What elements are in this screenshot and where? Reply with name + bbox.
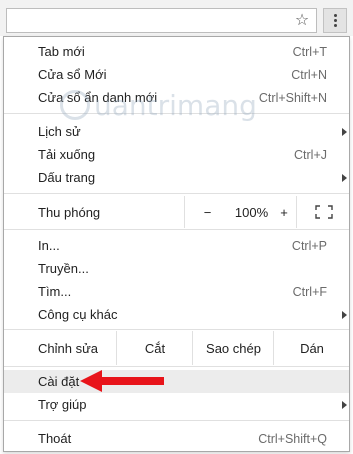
menu-item-more-tools[interactable]: Công cụ khác: [4, 303, 349, 326]
zoom-value: 100%: [234, 204, 269, 220]
menu-item-new-window[interactable]: Cửa sổ Mới Ctrl+N: [4, 63, 349, 86]
copy-button[interactable]: Sao chép: [192, 331, 274, 365]
menu-item-label: Lịch sử: [38, 124, 81, 139]
menu-item-help[interactable]: Trợ giúp: [4, 393, 349, 416]
menu-item-exit[interactable]: Thoát Ctrl+Shift+Q: [4, 427, 349, 450]
menu-separator: [4, 366, 349, 367]
menu-item-downloads[interactable]: Tải xuống Ctrl+J: [4, 143, 349, 166]
kebab-dot-icon: [333, 24, 337, 27]
menu-item-label: Cửa sổ ẩn danh mới: [38, 90, 158, 105]
menu-item-label: Công cụ khác: [38, 307, 118, 322]
menu-item-shortcut: Ctrl+F: [292, 284, 327, 299]
menu-item-shortcut: Ctrl+T: [292, 44, 327, 59]
menu-item-new-tab[interactable]: Tab mới Ctrl+T: [4, 40, 349, 63]
menu-item-shortcut: Ctrl+P: [291, 238, 327, 253]
menu-item-label: Trợ giúp: [38, 397, 87, 412]
chrome-main-menu: Tab mới Ctrl+T Cửa sổ Mới Ctrl+N Cửa sổ …: [3, 36, 350, 452]
menu-item-label: Dấu trang: [38, 170, 96, 185]
submenu-arrow-icon: [342, 173, 347, 182]
menu-item-shortcut: Ctrl+Shift+N: [258, 90, 327, 105]
menu-item-shortcut: Ctrl+J: [294, 147, 327, 162]
menu-separator: [4, 329, 349, 330]
menu-item-label: Tìm...: [38, 284, 72, 299]
red-arrow-annotation: [80, 370, 164, 392]
menu-item-shortcut: Ctrl+Shift+Q: [258, 431, 327, 446]
menu-item-print[interactable]: In... Ctrl+P: [4, 234, 349, 257]
menu-item-find[interactable]: Tìm... Ctrl+F: [4, 280, 349, 303]
menu-item-new-incognito-window[interactable]: Cửa sổ ẩn danh mới Ctrl+Shift+N: [4, 86, 349, 109]
zoom-out-button[interactable]: −: [184, 196, 230, 228]
menu-item-label: Cửa sổ Mới: [38, 67, 107, 82]
paste-label: Dán: [300, 340, 324, 356]
cut-label: Cắt: [144, 340, 166, 356]
menu-item-bookmarks[interactable]: Dấu trang: [4, 166, 349, 189]
zoom-level: 100%: [229, 196, 274, 228]
menu-row-zoom: Thu phóng − 100% +: [4, 196, 349, 228]
kebab-dot-icon: [333, 19, 337, 22]
menu-row-edit: Chỉnh sửa Cắt Sao chép Dán: [4, 331, 349, 365]
menu-item-cast[interactable]: Truyền...: [4, 257, 349, 280]
zoom-out-icon: −: [203, 204, 212, 220]
address-bar[interactable]: [6, 8, 317, 33]
menu-separator: [4, 113, 349, 114]
menu-item-label: Tab mới: [38, 44, 85, 59]
menu-separator: [4, 420, 349, 421]
submenu-arrow-icon: [342, 310, 347, 319]
zoom-label: Thu phóng: [38, 204, 101, 220]
fullscreen-icon: [314, 205, 333, 219]
menu-item-label: In...: [38, 238, 60, 253]
menu-item-label: Cài đặt: [38, 374, 80, 389]
zoom-in-icon: +: [280, 204, 288, 220]
edit-label: Chỉnh sửa: [38, 340, 99, 356]
menu-item-settings[interactable]: Cài đặt: [4, 370, 349, 393]
submenu-arrow-icon: [342, 127, 347, 136]
bookmark-star-icon[interactable]: ☆: [292, 9, 312, 31]
paste-button[interactable]: Dán: [273, 331, 350, 365]
zoom-in-button[interactable]: +: [274, 196, 294, 228]
menu-item-shortcut: Ctrl+N: [291, 67, 327, 82]
menu-separator: [4, 229, 349, 230]
fullscreen-button[interactable]: [296, 196, 350, 228]
cut-button[interactable]: Cắt: [116, 331, 193, 365]
menu-item-label: Thoát: [38, 431, 72, 446]
menu-item-label: Truyền...: [38, 261, 89, 276]
submenu-arrow-icon: [342, 400, 347, 409]
copy-label: Sao chép: [206, 340, 261, 356]
menu-item-history[interactable]: Lịch sử: [4, 120, 349, 143]
menu-item-label: Tải xuống: [38, 147, 96, 162]
menu-separator: [4, 193, 349, 194]
chrome-menu-button[interactable]: [323, 8, 347, 33]
kebab-dot-icon: [333, 14, 337, 17]
